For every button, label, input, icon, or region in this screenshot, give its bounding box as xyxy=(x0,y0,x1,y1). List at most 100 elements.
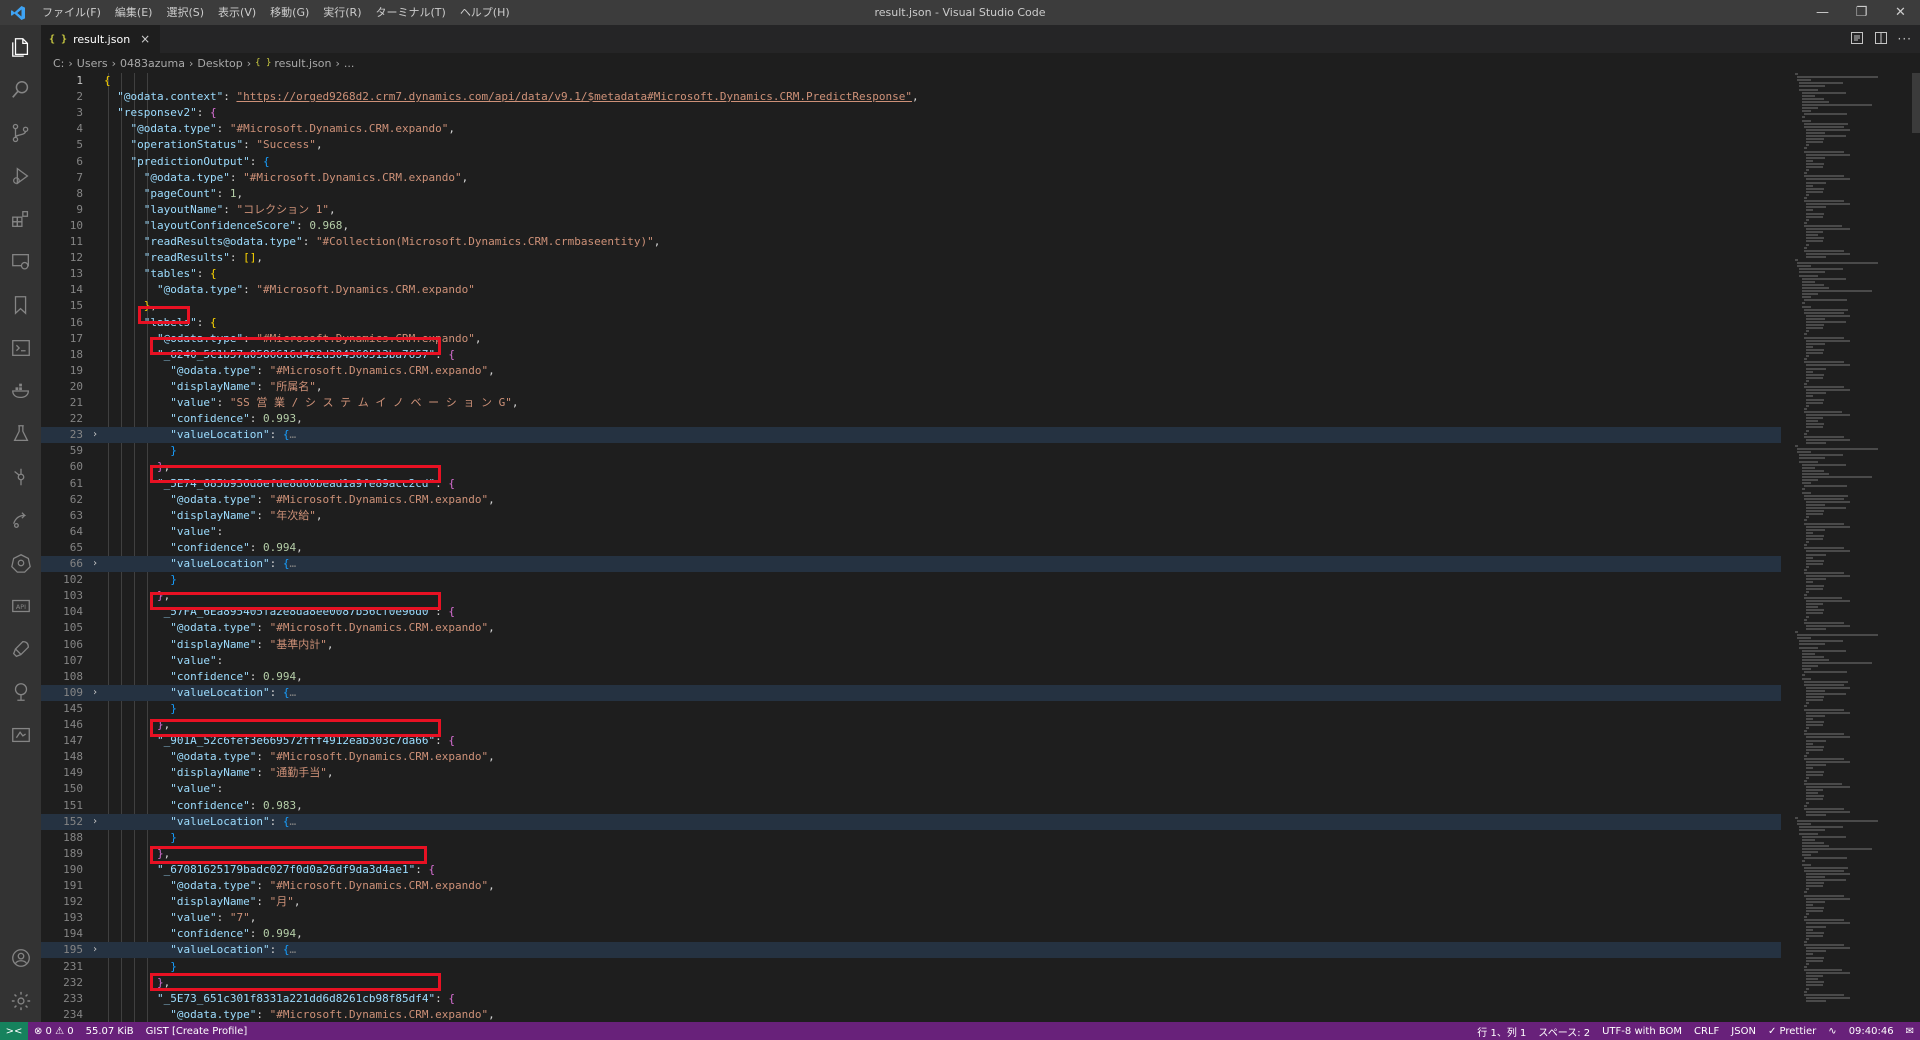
broadcast-icon[interactable]: ∿ xyxy=(1822,1026,1842,1037)
code-line[interactable]: 232 }, xyxy=(41,975,1781,991)
open-preview-icon[interactable] xyxy=(1850,31,1864,48)
code-line[interactable]: 233 "_5E73_651c301f8331a221dd6d8261cb98f… xyxy=(41,991,1781,1007)
extensions-icon[interactable] xyxy=(0,197,41,240)
code-line[interactable]: 109 › "valueLocation": {… xyxy=(41,684,1781,701)
kubernetes-icon[interactable] xyxy=(0,541,41,584)
breadcrumb-user[interactable]: 0483azuma xyxy=(120,57,185,70)
test-icon[interactable] xyxy=(0,412,41,455)
code-line[interactable]: 188 } xyxy=(41,830,1781,846)
search-icon[interactable] xyxy=(0,68,41,111)
code-line[interactable]: 148 "@odata.type": "#Microsoft.Dynamics.… xyxy=(41,749,1781,765)
code-line[interactable]: 66 › "valueLocation": {… xyxy=(41,556,1781,572)
code-line[interactable]: 17 "@odata.type": "#Microsoft.Dynamics.C… xyxy=(41,331,1781,347)
end-of-line[interactable]: CRLF xyxy=(1688,1026,1725,1037)
code-line[interactable]: 2 "@odata.context": "https://orged9268d2… xyxy=(41,89,1781,105)
code-line[interactable]: 146 }, xyxy=(41,717,1781,733)
code-line[interactable]: 9 "layoutName": "コレクション 1", xyxy=(41,202,1781,218)
code-line[interactable]: 5 "operationStatus": "Success", xyxy=(41,137,1781,153)
code-line[interactable]: 103 }, xyxy=(41,588,1781,604)
code-line[interactable]: 12 "readResults": [], xyxy=(41,250,1781,266)
code-line[interactable]: 61 "_5E74_685b936d8efde8d60bead1a9fe89ac… xyxy=(41,476,1781,492)
code-line[interactable]: 194 "confidence": 0.994, xyxy=(41,926,1781,942)
code-line[interactable]: 151 "confidence": 0.983, xyxy=(41,798,1781,814)
minimap[interactable] xyxy=(1795,73,1915,1022)
code-line[interactable]: 149 "displayName": "通勤手当", xyxy=(41,765,1781,781)
code-line[interactable]: 231 } xyxy=(41,959,1781,975)
code-line[interactable]: 22 "confidence": 0.993, xyxy=(41,411,1781,427)
more-actions-icon[interactable]: ··· xyxy=(1898,32,1912,46)
terminal-icon[interactable] xyxy=(0,326,41,369)
code-line[interactable]: 1{ xyxy=(41,73,1781,89)
code-line[interactable]: 64 "value": xyxy=(41,524,1781,540)
code-line[interactable]: 102 } xyxy=(41,572,1781,588)
code-line[interactable]: 63 "displayName": "年次給", xyxy=(41,508,1781,524)
indentation[interactable]: スペース: 2 xyxy=(1532,1024,1596,1039)
azure-icon[interactable] xyxy=(0,713,41,756)
run-debug-icon[interactable] xyxy=(0,154,41,197)
code-line[interactable]: 59 } xyxy=(41,443,1781,459)
notifications-bell-icon[interactable]: ✉ xyxy=(1900,1026,1920,1037)
remote-indicator[interactable]: >< xyxy=(0,1022,28,1040)
code-editor[interactable]: 1{2 "@odata.context": "https://orged9268… xyxy=(41,73,1781,1022)
restore-icon[interactable]: ❐ xyxy=(1842,0,1881,25)
code-line[interactable]: 195 › "valueLocation": {… xyxy=(41,942,1781,959)
code-line[interactable]: 147 "_901A_52c6fef3e669572fff4912eab303c… xyxy=(41,733,1781,749)
breadcrumb-users[interactable]: Users xyxy=(77,57,108,70)
code-line[interactable]: 62 "@odata.type": "#Microsoft.Dynamics.C… xyxy=(41,492,1781,508)
vscode-logo-icon[interactable] xyxy=(0,0,35,25)
cursor-position[interactable]: 行 1、列 1 xyxy=(1471,1024,1532,1039)
code-line[interactable]: 107 "value": xyxy=(41,653,1781,669)
menu-item[interactable]: 表示(V) xyxy=(211,0,263,25)
code-line[interactable]: 105 "@odata.type": "#Microsoft.Dynamics.… xyxy=(41,620,1781,636)
code-line[interactable]: 18 "_6240_5C1b57a0586616d422d304360513ba… xyxy=(41,347,1781,363)
code-line[interactable]: 108 "confidence": 0.994, xyxy=(41,669,1781,685)
code-line[interactable]: 16 "labels": { xyxy=(41,315,1781,331)
breadcrumb-symbol[interactable]: ... xyxy=(344,57,355,70)
language-mode[interactable]: JSON xyxy=(1725,1026,1762,1037)
close-window-icon[interactable]: ✕ xyxy=(1881,0,1920,25)
code-line[interactable]: 23 › "valueLocation": {… xyxy=(41,427,1781,444)
encoding[interactable]: UTF-8 with BOM xyxy=(1596,1026,1688,1037)
code-line[interactable]: 190 "_67081625179badc027f0d0a26df9da3d4a… xyxy=(41,862,1781,878)
code-line[interactable]: 20 "displayName": "所属名", xyxy=(41,379,1781,395)
rocket-icon[interactable] xyxy=(0,627,41,670)
breadcrumb-file[interactable]: result.json xyxy=(274,57,331,70)
code-line[interactable]: 192 "displayName": "月", xyxy=(41,894,1781,910)
vertical-scrollbar[interactable] xyxy=(1912,73,1920,1022)
breadcrumb-drive[interactable]: C: xyxy=(53,57,64,70)
menu-item[interactable]: 選択(S) xyxy=(159,0,211,25)
code-line[interactable]: 3 "responsev2": { xyxy=(41,105,1781,121)
bookmarks-icon[interactable] xyxy=(0,283,41,326)
accounts-icon[interactable] xyxy=(0,936,41,979)
breadcrumb-desktop[interactable]: Desktop xyxy=(197,57,242,70)
code-line[interactable]: 191 "@odata.type": "#Microsoft.Dynamics.… xyxy=(41,878,1781,894)
fold-chevron-icon[interactable]: › xyxy=(89,427,101,443)
code-line[interactable]: 15 }, xyxy=(41,298,1781,314)
gist-profile[interactable]: GIST [Create Profile] xyxy=(140,1026,254,1037)
close-tab-icon[interactable]: × xyxy=(140,32,150,46)
problems-indicator[interactable]: ⊗ 0 ⚠ 0 xyxy=(28,1026,80,1037)
code-line[interactable]: 193 "value": "7", xyxy=(41,910,1781,926)
scrollbar-thumb[interactable] xyxy=(1912,73,1920,133)
menu-item[interactable]: 移動(G) xyxy=(263,0,316,25)
code-line[interactable]: 19 "@odata.type": "#Microsoft.Dynamics.C… xyxy=(41,363,1781,379)
split-editor-icon[interactable] xyxy=(1874,31,1888,48)
code-line[interactable]: 14 "@odata.type": "#Microsoft.Dynamics.C… xyxy=(41,282,1781,298)
source-control-icon[interactable] xyxy=(0,111,41,154)
code-line[interactable]: 21 "value": "SS 営 業 / シ ス テ ム イ ノ ベ ー シ … xyxy=(41,395,1781,411)
code-line[interactable]: 150 "value": xyxy=(41,781,1781,797)
tree-icon[interactable] xyxy=(0,670,41,713)
api-icon[interactable]: API xyxy=(0,584,41,627)
live-share-icon[interactable] xyxy=(0,498,41,541)
tab-result-json[interactable]: { } result.json × xyxy=(41,25,161,53)
settings-gear-icon[interactable] xyxy=(0,979,41,1022)
fold-chevron-icon[interactable]: › xyxy=(89,814,101,830)
menu-item[interactable]: ファイル(F) xyxy=(35,0,108,25)
code-line[interactable]: 104 "_57FA_6Ea895405fa2e8da8ee0087b56cf0… xyxy=(41,604,1781,620)
menu-item[interactable]: 編集(E) xyxy=(108,0,160,25)
menu-item[interactable]: ターミナル(T) xyxy=(369,0,453,25)
code-line[interactable]: 234 "@odata.type": "#Microsoft.Dynamics.… xyxy=(41,1007,1781,1022)
menu-item[interactable]: 実行(R) xyxy=(316,0,368,25)
docker-icon[interactable] xyxy=(0,369,41,412)
prettier-status[interactable]: ✓ Prettier xyxy=(1762,1026,1822,1037)
